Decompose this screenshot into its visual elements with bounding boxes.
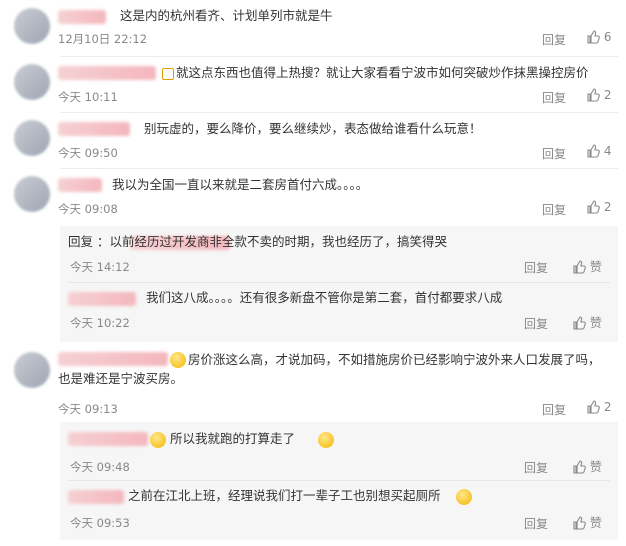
reply-button[interactable]: 回复 (524, 259, 548, 276)
like-button[interactable]: 赞 (572, 314, 602, 331)
username[interactable] (58, 10, 106, 24)
comment-time: 12月10日 22:12 (58, 32, 148, 46)
like-button[interactable]: 赞 (572, 258, 602, 275)
comment-item: 房价涨这么高，才说加码，不如措施房价已经影响宁波外来人口发展了吗， 也是难还是宁… (0, 346, 626, 418)
smiley-emoji-icon (318, 432, 334, 448)
like-button[interactable]: 赞 (572, 514, 602, 531)
divider (60, 112, 618, 113)
divider (68, 282, 610, 283)
reply-button[interactable]: 回复 (542, 401, 566, 418)
thumbs-up-icon (587, 400, 600, 414)
like-label: 赞 (589, 316, 602, 330)
avatar[interactable] (14, 352, 50, 388)
comment-text-line1: 房价涨这么高，才说加码，不如措施房价已经影响宁波外来人口发展了吗， (188, 352, 601, 367)
comment-item: 这是内的杭州看齐、计划单列市就是牛 12月10日 22:12 回复 6 (0, 0, 626, 50)
reply-text: 我们这八成。。。。还有很多新盘不管你是第二套，首付都要求八成 (146, 290, 503, 305)
comment-time: 今天 09:08 (58, 202, 118, 216)
reply-text: 之前在江北上班，经理说我们打一辈子工也别想买起厕所 (128, 488, 441, 503)
reply-text: 回复 ：以前经历过开发商非全款不卖的时期，我也经历了，搞笑得哭 (68, 234, 447, 249)
comment-time: 今天 10:11 (58, 90, 118, 104)
like-count: 6 (603, 30, 612, 44)
comment-text: 我以为全国一直以来就是二套房首付六成。。。。 (112, 177, 369, 192)
thumbs-up-icon (587, 144, 600, 158)
username[interactable] (58, 122, 130, 136)
like-button[interactable]: 2 (586, 200, 611, 214)
like-label: 赞 (589, 460, 602, 474)
username[interactable] (68, 292, 136, 306)
smiley-emoji-icon (170, 352, 186, 368)
like-count: 2 (603, 400, 612, 414)
comment-text: 别玩虚的，要么降价，要么继续炒，表态做给谁看什么玩意！ (144, 121, 482, 136)
like-button[interactable]: 6 (586, 30, 611, 44)
comment-time: 今天 09:13 (58, 402, 118, 416)
thumbs-up-icon (573, 516, 586, 530)
reply-time: 今天 09:48 (70, 460, 130, 474)
reply-button[interactable]: 回复 (542, 31, 566, 48)
like-label: 赞 (589, 260, 602, 274)
thumbs-up-icon (573, 316, 586, 330)
smiley-emoji-icon (456, 489, 472, 505)
reply-time: 今天 09:53 (70, 516, 130, 530)
avatar[interactable] (14, 176, 50, 212)
thumbs-up-icon (587, 88, 600, 102)
reply-thread: 回复 ：以前经历过开发商非全款不卖的时期，我也经历了，搞笑得哭 今天 14:12… (60, 226, 618, 342)
reply-thread: 所以我就跑的打算走了 今天 09:48 回复 赞 之前在江北上班，经理说我们打一… (60, 422, 618, 540)
comment-item: 就这点东西也值得上热搜？就让大家看看宁波市如何突破炒作抹黑操控房价 今天 10:… (0, 60, 626, 110)
avatar[interactable] (14, 120, 50, 156)
avatar[interactable] (14, 8, 50, 44)
comment-text-line2: 也是难还是宁波买房。 (58, 371, 184, 386)
comment-item: 别玩虚的，要么降价，要么继续炒，表态做给谁看什么玩意！ 今天 09:50 回复 … (0, 116, 626, 166)
divider (60, 168, 618, 169)
like-button[interactable]: 赞 (572, 458, 602, 475)
like-button[interactable]: 2 (586, 88, 611, 102)
thumbs-up-icon (587, 200, 600, 214)
username[interactable] (58, 66, 156, 80)
reply-button[interactable]: 回复 (542, 201, 566, 218)
reply-time: 今天 10:22 (70, 316, 130, 330)
divider (68, 480, 610, 481)
badge-icon (162, 68, 174, 80)
username[interactable] (68, 490, 124, 504)
like-count: 2 (603, 200, 612, 214)
reply-button[interactable]: 回复 (542, 145, 566, 162)
username[interactable] (68, 432, 148, 446)
like-button[interactable]: 4 (586, 144, 611, 158)
smiley-emoji-icon (150, 432, 166, 448)
username[interactable] (58, 352, 168, 366)
thumbs-up-icon (573, 260, 586, 274)
comment-text: 这是内的杭州看齐、计划单列市就是牛 (120, 8, 333, 23)
reply-button[interactable]: 回复 (524, 515, 548, 532)
like-count: 2 (603, 88, 612, 102)
thumbs-up-icon (573, 460, 586, 474)
comment-item: 我以为全国一直以来就是二套房首付六成。。。。 今天 09:08 回复 2 (0, 172, 626, 222)
thumbs-up-icon (587, 30, 600, 44)
like-button[interactable]: 2 (586, 400, 611, 414)
avatar[interactable] (14, 64, 50, 100)
like-count: 4 (603, 144, 612, 158)
reply-time: 今天 14:12 (70, 260, 130, 274)
comment-text: 就这点东西也值得上热搜？就让大家看看宁波市如何突破炒作抹黑操控房价 (176, 65, 589, 80)
comment-time: 今天 09:50 (58, 146, 118, 160)
reply-text: 所以我就跑的打算走了 (170, 431, 296, 446)
reply-button[interactable]: 回复 (524, 315, 548, 332)
divider (60, 56, 618, 57)
reply-button[interactable]: 回复 (542, 89, 566, 106)
username[interactable] (58, 178, 102, 192)
reply-button[interactable]: 回复 (524, 459, 548, 476)
like-label: 赞 (589, 516, 602, 530)
